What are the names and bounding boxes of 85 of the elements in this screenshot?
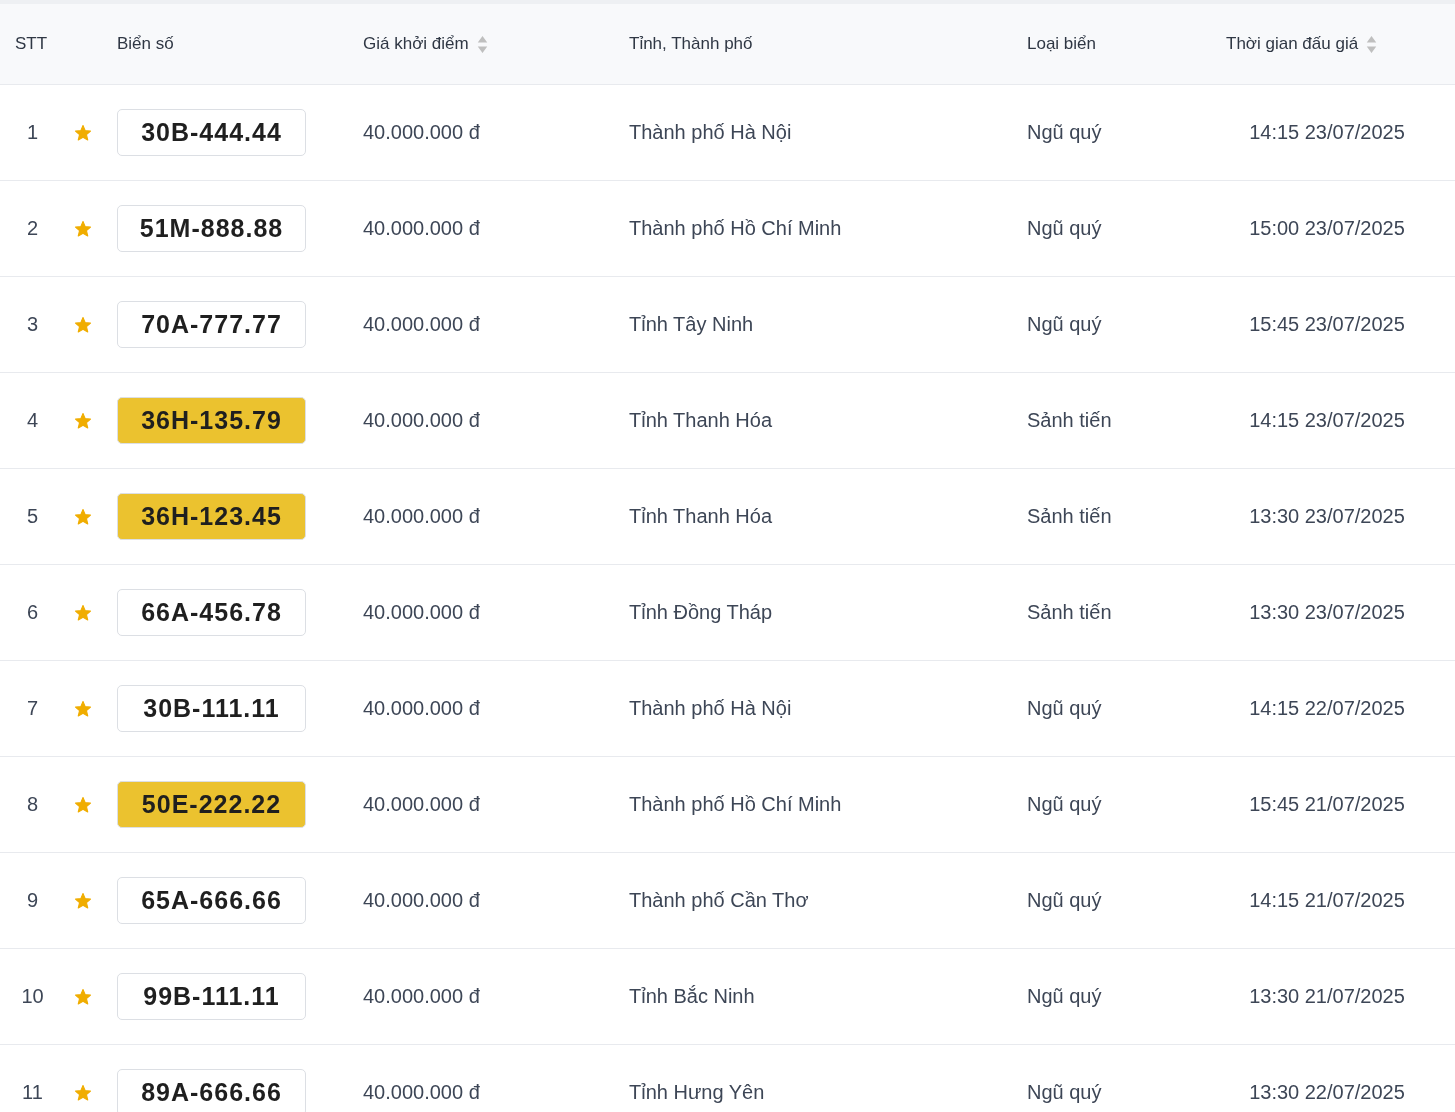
- star-icon[interactable]: [74, 699, 92, 718]
- auction-time: 15:45 21/07/2025: [1249, 793, 1405, 816]
- auction-time: 14:15 21/07/2025: [1249, 889, 1405, 912]
- license-plate: 65A-666.66: [117, 877, 306, 924]
- auction-time: 15:00 23/07/2025: [1249, 217, 1405, 240]
- province-name: Thành phố Hà Nội: [629, 121, 792, 144]
- plate-type: Sảnh tiến: [1027, 601, 1112, 624]
- province-name: Tỉnh Tây Ninh: [629, 313, 754, 336]
- row-number: 6: [26, 601, 39, 624]
- star-icon[interactable]: [74, 507, 92, 526]
- plate-type: Ngũ quý: [1027, 889, 1102, 912]
- license-plate: 30B-111.11: [117, 685, 306, 732]
- province-name: Tỉnh Bắc Ninh: [629, 985, 755, 1008]
- star-icon[interactable]: [74, 987, 92, 1006]
- row-number: 5: [26, 505, 39, 528]
- row-number: 8: [26, 793, 39, 816]
- row-number: 10: [21, 985, 44, 1008]
- starting-price: 40.000.000 đ: [363, 505, 480, 528]
- license-plate: 99B-111.11: [117, 973, 306, 1020]
- column-header: STT: [14, 33, 49, 55]
- row-number: 3: [26, 313, 39, 336]
- starting-price: 40.000.000 đ: [363, 697, 480, 720]
- row-number: 4: [26, 409, 39, 432]
- row-number: 7: [26, 697, 39, 720]
- star-icon[interactable]: [74, 603, 92, 622]
- star-icon[interactable]: [74, 795, 92, 814]
- starting-price: 40.000.000 đ: [363, 409, 480, 432]
- auction-time: 14:15 23/07/2025: [1249, 409, 1405, 432]
- plate-type: Ngũ quý: [1027, 313, 1102, 336]
- license-plate: 36H-123.45: [117, 493, 306, 540]
- star-icon[interactable]: [74, 219, 92, 238]
- plate-type: Ngũ quý: [1027, 121, 1102, 144]
- starting-price: 40.000.000 đ: [363, 889, 480, 912]
- auction-time: 15:45 23/07/2025: [1249, 313, 1405, 336]
- star-icon[interactable]: [74, 1083, 92, 1102]
- sort-icon[interactable]: [476, 34, 488, 54]
- starting-price: 40.000.000 đ: [363, 985, 480, 1008]
- starting-price: 40.000.000 đ: [363, 601, 480, 624]
- column-header: Loại biển: [1026, 33, 1097, 55]
- starting-price: 40.000.000 đ: [363, 793, 480, 816]
- column-header[interactable]: Thời gian đấu giá: [1210, 4, 1444, 84]
- license-plate: 30B-444.44: [117, 109, 306, 156]
- star-icon[interactable]: [74, 123, 92, 142]
- license-plate: 50E-222.22: [117, 781, 306, 828]
- province-name: Tỉnh Thanh Hóa: [629, 505, 773, 528]
- star-icon[interactable]: [74, 891, 92, 910]
- plate-type: Sảnh tiến: [1027, 409, 1112, 432]
- row-number: 9: [26, 889, 39, 912]
- column-header[interactable]: Giá khởi điểm: [347, 4, 613, 84]
- province-name: Thành phố Cần Thơ: [629, 889, 809, 912]
- license-plate: 51M-888.88: [117, 205, 306, 252]
- star-icon[interactable]: [74, 315, 92, 334]
- province-name: Tỉnh Hưng Yên: [629, 1081, 765, 1104]
- row-number: 1: [26, 121, 39, 144]
- plate-type: Ngũ quý: [1027, 793, 1102, 816]
- starting-price: 40.000.000 đ: [363, 217, 480, 240]
- license-plate: 70A-777.77: [117, 301, 306, 348]
- auction-time: 14:15 23/07/2025: [1249, 121, 1405, 144]
- star-icon[interactable]: [74, 411, 92, 430]
- sort-icon[interactable]: [1366, 34, 1378, 54]
- plate-type: Ngũ quý: [1027, 1081, 1102, 1104]
- auction-time: 13:30 23/07/2025: [1249, 601, 1405, 624]
- column-header: Biển số: [116, 33, 175, 55]
- plate-type: Ngũ quý: [1027, 217, 1102, 240]
- province-name: Thành phố Hồ Chí Minh: [629, 217, 842, 240]
- auction-time: 14:15 22/07/2025: [1249, 697, 1405, 720]
- column-header: Tỉnh, Thành phố: [628, 33, 754, 55]
- starting-price: 40.000.000 đ: [363, 121, 480, 144]
- license-plate: 36H-135.79: [117, 397, 306, 444]
- license-plate: 66A-456.78: [117, 589, 306, 636]
- auction-time: 13:30 21/07/2025: [1249, 985, 1405, 1008]
- row-number: 2: [26, 217, 39, 240]
- starting-price: 40.000.000 đ: [363, 313, 480, 336]
- plate-type: Ngũ quý: [1027, 697, 1102, 720]
- province-name: Tỉnh Thanh Hóa: [629, 409, 773, 432]
- auction-time: 13:30 22/07/2025: [1249, 1081, 1405, 1104]
- province-name: Thành phố Hồ Chí Minh: [629, 793, 842, 816]
- plate-type: Ngũ quý: [1027, 985, 1102, 1008]
- plate-type: Sảnh tiến: [1027, 505, 1112, 528]
- province-name: Thành phố Hà Nội: [629, 697, 792, 720]
- row-number: 11: [22, 1081, 43, 1104]
- starting-price: 40.000.000 đ: [363, 1081, 480, 1104]
- auction-time: 13:30 23/07/2025: [1249, 505, 1405, 528]
- license-plate: 89A-666.66: [117, 1069, 306, 1112]
- province-name: Tỉnh Đồng Tháp: [629, 601, 773, 624]
